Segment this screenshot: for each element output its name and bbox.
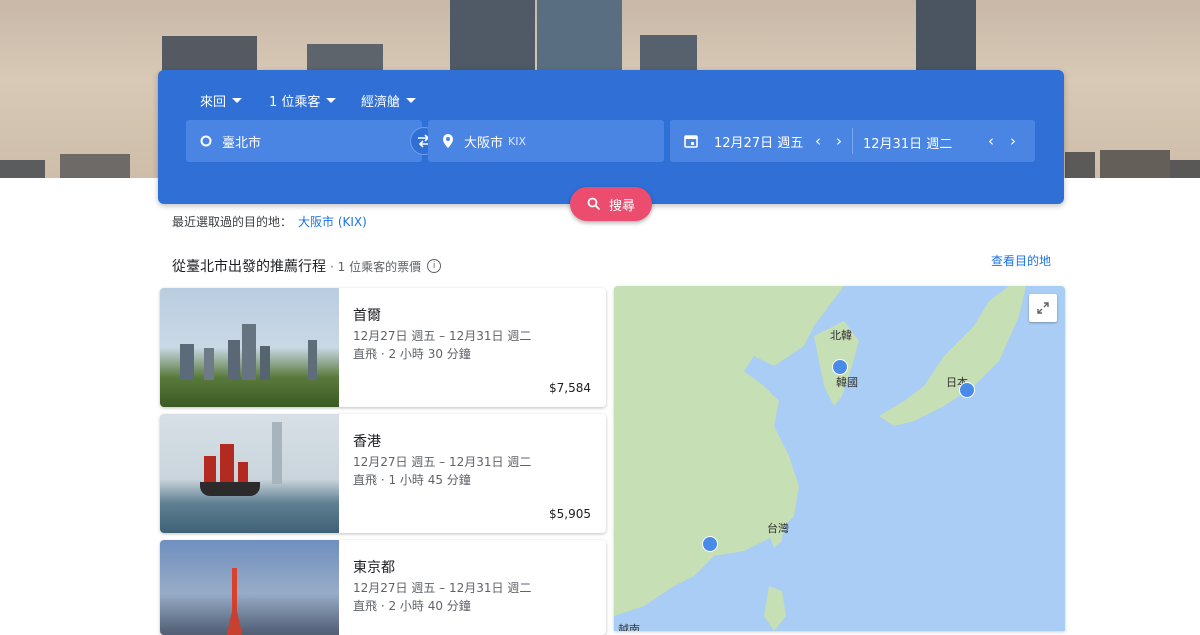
seoul-thumbnail bbox=[160, 288, 339, 407]
destination-value: 大阪市 bbox=[464, 135, 504, 151]
map-pin-tokyo[interactable] bbox=[959, 382, 975, 398]
recent-label: 最近選取過的目的地： bbox=[172, 215, 293, 229]
section-subtitle: · 1 位乘客的票價 bbox=[330, 259, 422, 274]
info-icon[interactable]: i bbox=[427, 259, 442, 273]
destination-code: KIX bbox=[508, 134, 527, 148]
map-pin-hongkong[interactable] bbox=[702, 536, 718, 552]
trip-duration: 直飛 · 1 小時 45 分鐘 bbox=[353, 473, 471, 487]
caret-down-icon bbox=[326, 98, 337, 103]
map-label-korea: 韓國 bbox=[836, 376, 858, 389]
section-heading: 從臺北市出發的推薦行程 · 1 位乘客的票價 i bbox=[172, 256, 442, 276]
dates-field[interactable]: 12月27日 週五 ‹ › 12月31日 週二 ‹ › bbox=[670, 120, 1035, 162]
trip-price: $5,905 bbox=[549, 507, 591, 521]
origin-field[interactable]: 臺北市 bbox=[186, 120, 422, 162]
trip-city: 東京都 bbox=[353, 560, 395, 576]
return-next-button[interactable]: › bbox=[1010, 132, 1016, 150]
caret-down-icon bbox=[406, 98, 417, 103]
trip-type-dropdown[interactable]: 來回 bbox=[200, 91, 243, 110]
cabin-class-label: 經濟艙 bbox=[361, 95, 401, 110]
cabin-class-dropdown[interactable]: 經濟艙 bbox=[361, 91, 417, 110]
return-prev-button[interactable]: ‹ bbox=[988, 132, 994, 150]
map-label-taiwan: 台灣 bbox=[767, 522, 789, 535]
trip-dates: 12月27日 週五 – 12月31日 週二 bbox=[353, 455, 532, 469]
section-title: 從臺北市出發的推薦行程 bbox=[172, 259, 326, 275]
flight-search-panel: 來回 1 位乘客 經濟艙 臺北市 大阪市 KIX 12月27日 週五 ‹ › 1… bbox=[158, 70, 1064, 204]
place-icon bbox=[442, 133, 454, 149]
trip-card-hongkong[interactable]: 香港 12月27日 週五 – 12月31日 週二 直飛 · 1 小時 45 分鐘… bbox=[160, 414, 606, 533]
circle-icon bbox=[200, 135, 212, 147]
origin-value: 臺北市 bbox=[222, 135, 262, 151]
map-pin-seoul[interactable] bbox=[832, 359, 848, 375]
recent-destinations: 最近選取過的目的地： 大阪市 (KIX) bbox=[172, 213, 367, 230]
calendar-icon bbox=[684, 134, 698, 148]
trip-city: 首爾 bbox=[353, 308, 381, 324]
depart-next-button[interactable]: › bbox=[836, 132, 842, 150]
search-button[interactable]: 搜尋 bbox=[570, 187, 652, 221]
depart-date[interactable]: 12月27日 週五 bbox=[714, 132, 803, 151]
map-label-vietnam: 越南 bbox=[618, 623, 640, 631]
return-date[interactable]: 12月31日 週二 bbox=[863, 133, 952, 152]
map-label-north-korea: 北韓 bbox=[830, 329, 852, 342]
trip-city: 香港 bbox=[353, 434, 381, 450]
date-divider bbox=[852, 128, 853, 154]
caret-down-icon bbox=[232, 98, 243, 103]
trip-card-tokyo[interactable]: 東京都 12月27日 週五 – 12月31日 週二 直飛 · 2 小時 40 分… bbox=[160, 540, 606, 635]
trip-duration: 直飛 · 2 小時 40 分鐘 bbox=[353, 599, 471, 613]
search-button-label: 搜尋 bbox=[608, 198, 635, 214]
depart-prev-button[interactable]: ‹ bbox=[815, 132, 821, 150]
trip-duration: 直飛 · 2 小時 30 分鐘 bbox=[353, 347, 471, 361]
hongkong-thumbnail bbox=[160, 414, 339, 533]
tokyo-thumbnail bbox=[160, 540, 339, 635]
destination-field[interactable]: 大阪市 KIX bbox=[428, 120, 664, 162]
passengers-label: 1 位乘客 bbox=[269, 95, 321, 110]
trip-card-seoul[interactable]: 首爾 12月27日 週五 – 12月31日 週二 直飛 · 2 小時 30 分鐘… bbox=[160, 288, 606, 407]
search-icon bbox=[587, 197, 601, 211]
expand-icon bbox=[1037, 302, 1049, 314]
expand-map-button[interactable] bbox=[1029, 294, 1057, 322]
trip-dates: 12月27日 週五 – 12月31日 週二 bbox=[353, 329, 532, 343]
recent-destination-link[interactable]: 大阪市 (KIX) bbox=[298, 215, 367, 229]
destination-map[interactable]: 北韓 韓國 日本 台灣 越南 bbox=[614, 286, 1065, 631]
trip-dates: 12月27日 週五 – 12月31日 週二 bbox=[353, 581, 532, 595]
view-destinations-link[interactable]: 查看目的地 bbox=[991, 252, 1051, 269]
trip-type-label: 來回 bbox=[200, 95, 227, 110]
passengers-dropdown[interactable]: 1 位乘客 bbox=[269, 91, 337, 110]
trip-price: $7,584 bbox=[549, 381, 591, 395]
